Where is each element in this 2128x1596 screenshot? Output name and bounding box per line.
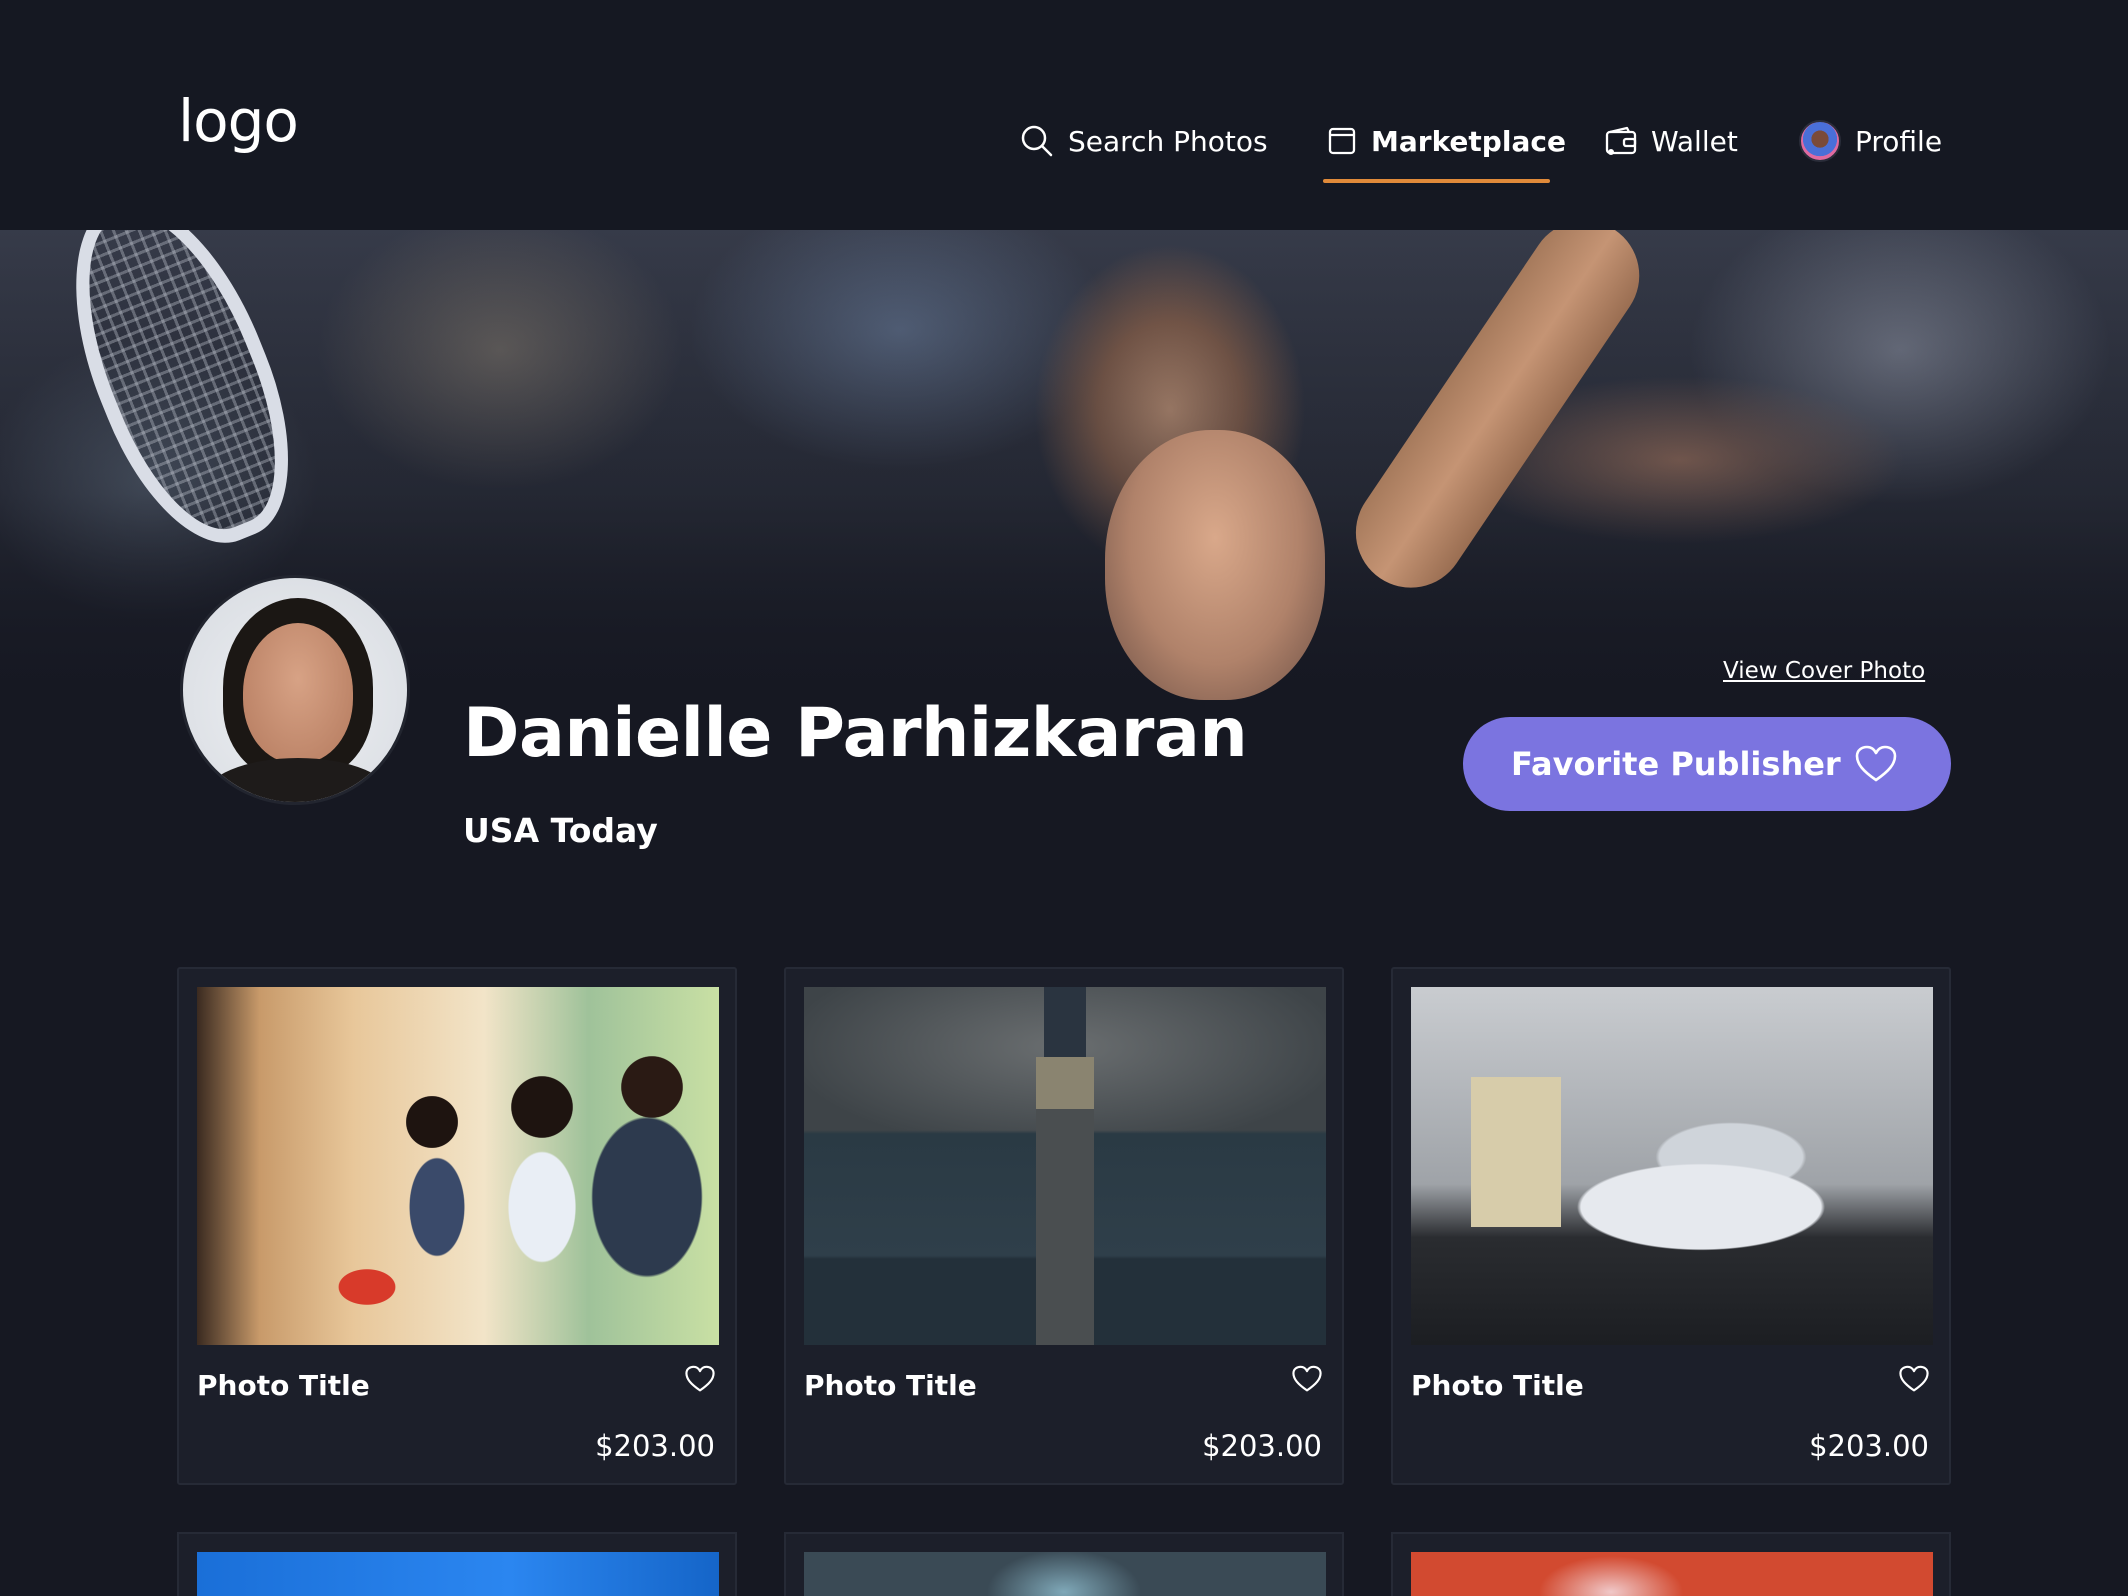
top-navigation-bar: logo Search Photos Marketplace Wallet Pr… bbox=[0, 0, 2128, 230]
heart-icon[interactable] bbox=[685, 1365, 715, 1393]
heart-icon bbox=[1855, 745, 1897, 782]
favorite-publisher-button[interactable]: Favorite Publisher bbox=[1463, 717, 1951, 811]
marketplace-icon bbox=[1328, 127, 1356, 155]
view-cover-photo-link[interactable]: View Cover Photo bbox=[1723, 658, 1925, 684]
photo-card[interactable] bbox=[177, 1532, 737, 1596]
nav-search-photos-label: Search Photos bbox=[1068, 124, 1268, 158]
photo-card[interactable] bbox=[784, 1532, 1344, 1596]
photo-title: Photo Title bbox=[804, 1369, 977, 1402]
photo-title: Photo Title bbox=[1411, 1369, 1584, 1402]
nav-marketplace[interactable]: Marketplace bbox=[1327, 118, 1566, 164]
cover-player-shape bbox=[1105, 430, 1325, 700]
avatar bbox=[1799, 120, 1841, 162]
photo-card[interactable]: Photo Title $203.00 bbox=[177, 967, 737, 1485]
publisher-name: Danielle Parhizkaran bbox=[463, 694, 1248, 773]
photo-thumbnail[interactable] bbox=[804, 1552, 1326, 1596]
heart-icon[interactable] bbox=[1292, 1365, 1322, 1393]
active-tab-indicator bbox=[1323, 179, 1550, 183]
photo-title: Photo Title bbox=[197, 1369, 370, 1402]
logo[interactable]: logo bbox=[178, 92, 299, 150]
photo-thumbnail[interactable] bbox=[1411, 1552, 1933, 1596]
publisher-organization: USA Today bbox=[463, 811, 658, 850]
photo-thumbnail[interactable] bbox=[197, 987, 719, 1345]
nav-profile-label: Profile bbox=[1855, 124, 1943, 158]
photo-card[interactable] bbox=[1391, 1532, 1951, 1596]
publisher-avatar bbox=[180, 575, 410, 805]
photo-thumbnail[interactable] bbox=[197, 1552, 719, 1596]
photo-price: $203.00 bbox=[1202, 1429, 1322, 1463]
photo-price: $203.00 bbox=[1809, 1429, 1929, 1463]
photo-price: $203.00 bbox=[595, 1429, 715, 1463]
photo-card[interactable]: Photo Title $203.00 bbox=[1391, 967, 1951, 1485]
photo-card[interactable]: Photo Title $203.00 bbox=[784, 967, 1344, 1485]
nav-profile[interactable]: Profile bbox=[1799, 118, 1942, 164]
nav-search-photos[interactable]: Search Photos bbox=[1020, 118, 1268, 164]
favorite-publisher-label: Favorite Publisher bbox=[1511, 745, 1841, 783]
cover-racket-shape bbox=[33, 230, 327, 569]
search-icon bbox=[1021, 125, 1053, 157]
photo-thumbnail[interactable] bbox=[804, 987, 1326, 1345]
heart-icon[interactable] bbox=[1899, 1365, 1929, 1393]
cover-arm-shape bbox=[1334, 230, 1661, 609]
nav-wallet[interactable]: Wallet bbox=[1605, 118, 1738, 164]
photo-thumbnail[interactable] bbox=[1411, 987, 1933, 1345]
nav-marketplace-label: Marketplace bbox=[1371, 124, 1566, 158]
nav-wallet-label: Wallet bbox=[1651, 124, 1738, 158]
wallet-icon bbox=[1605, 126, 1637, 155]
